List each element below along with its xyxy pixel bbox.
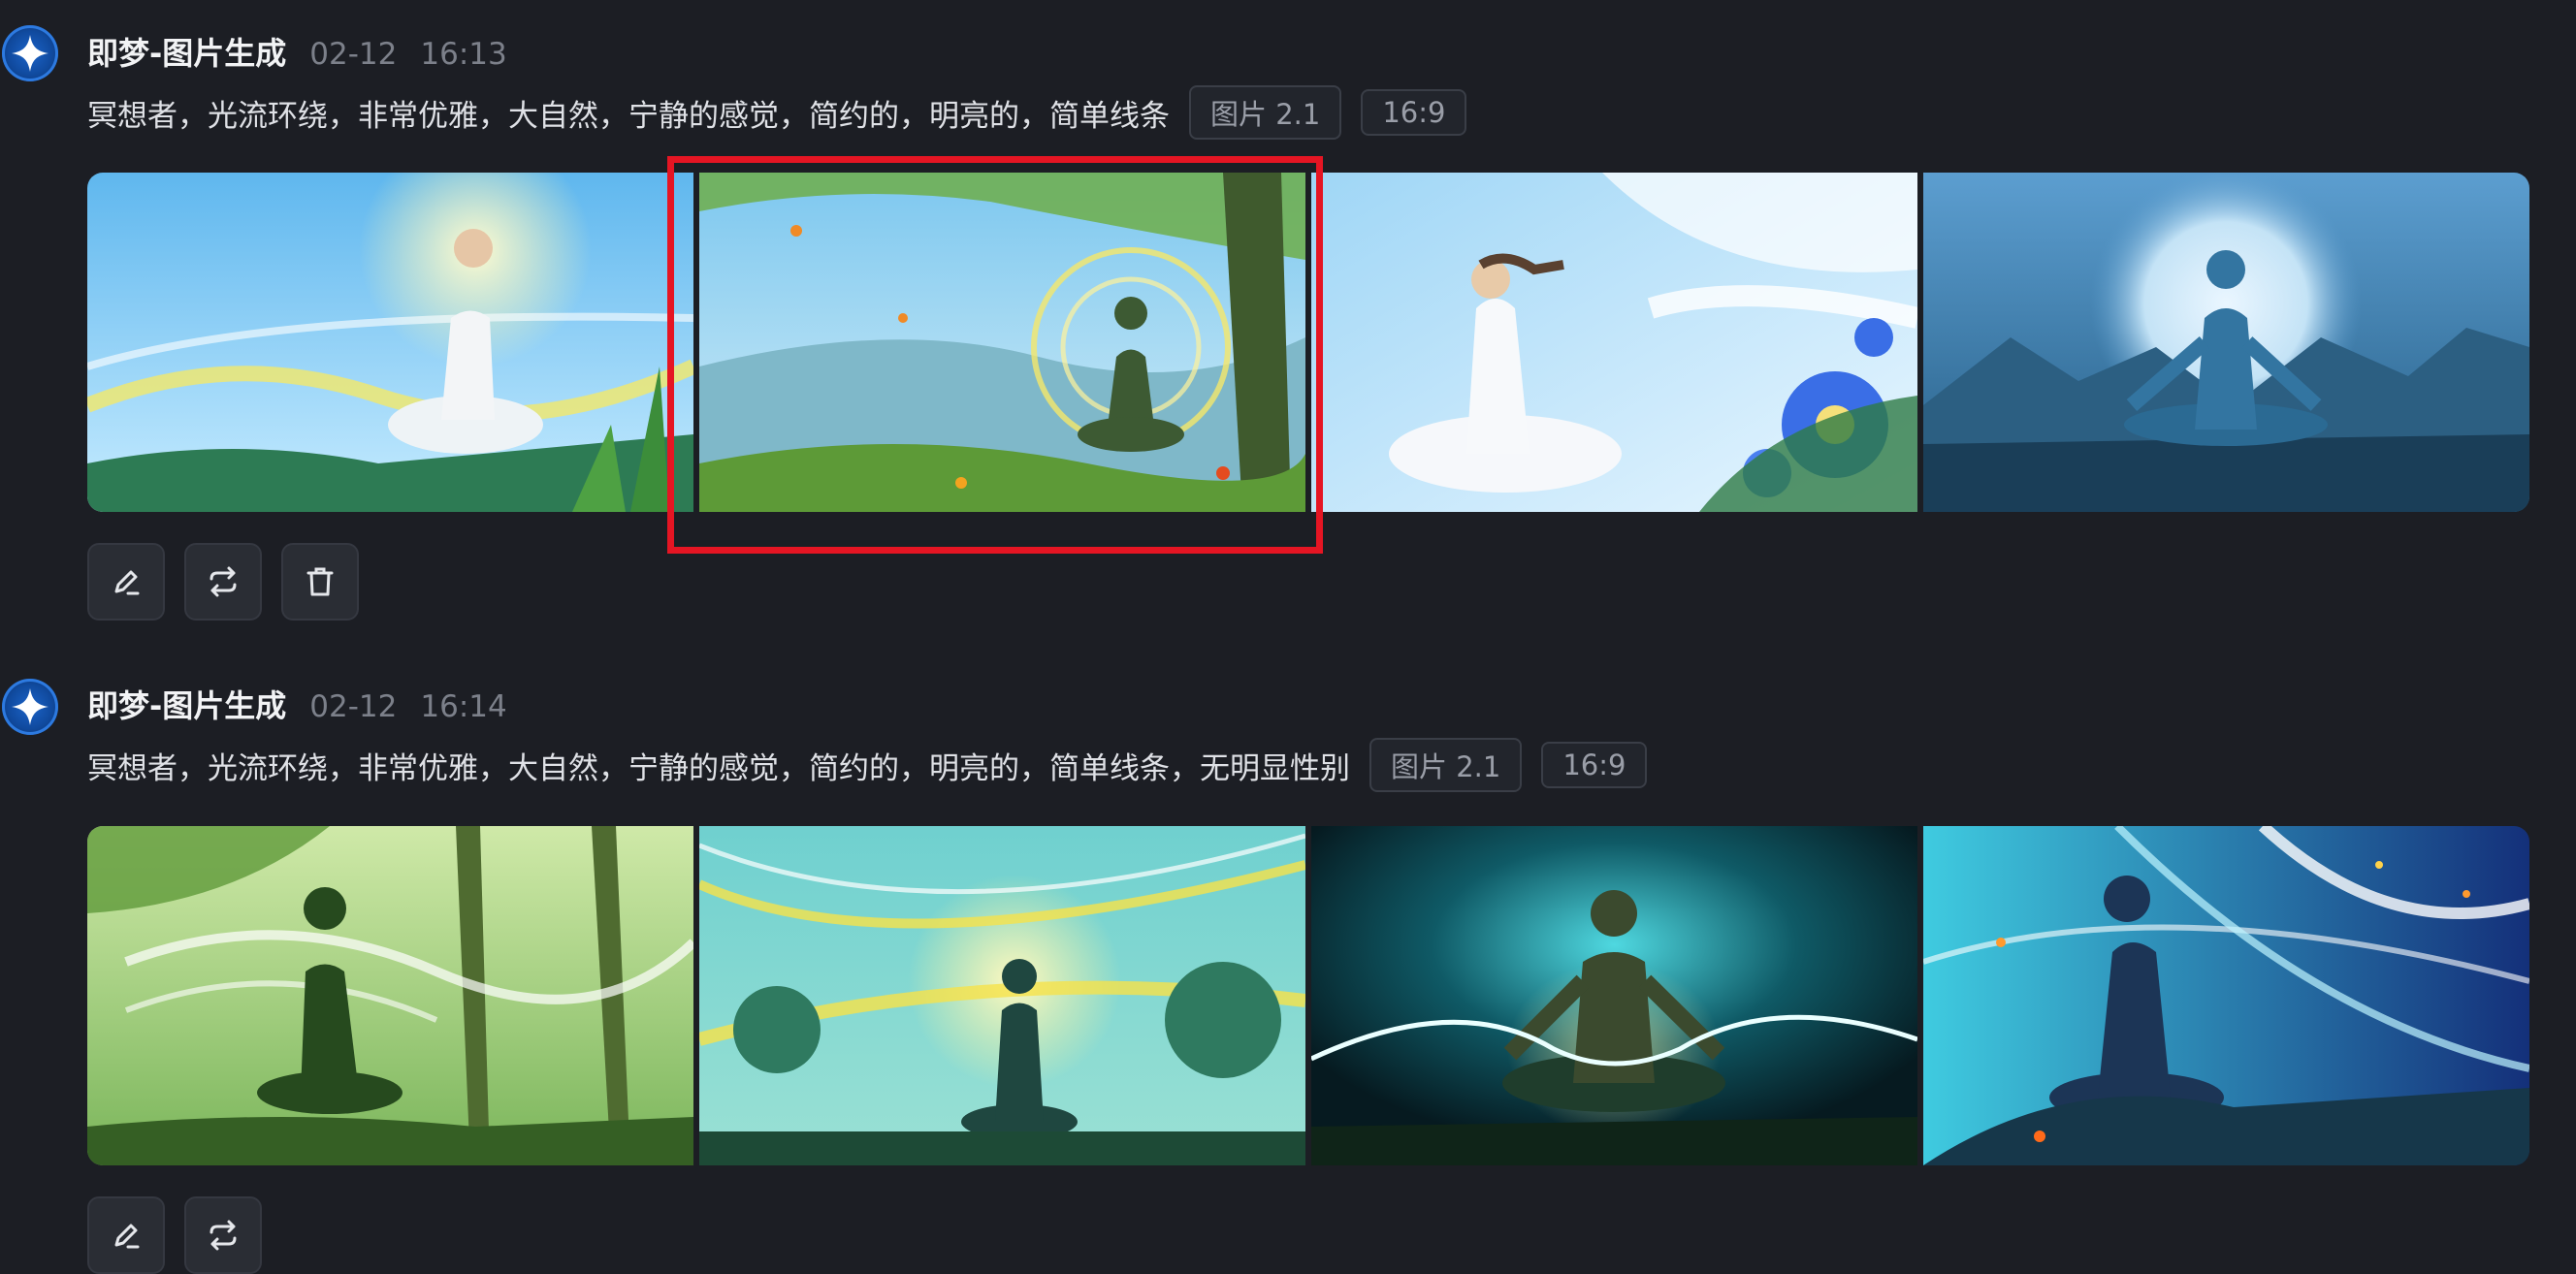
edit-icon xyxy=(114,570,140,595)
app-name: 即梦-图片生成 xyxy=(87,35,287,72)
generated-image-5[interactable] xyxy=(87,826,693,1165)
regenerate-button[interactable] xyxy=(184,1196,262,1274)
ratio-tag: 16:9 xyxy=(1541,742,1648,788)
sparkle-icon xyxy=(12,35,48,72)
model-tag: 图片 2.1 xyxy=(1369,738,1523,792)
avatar[interactable] xyxy=(2,25,58,81)
regenerate-icon xyxy=(209,1220,237,1251)
edit-button[interactable] xyxy=(87,1196,165,1274)
edit-icon xyxy=(114,1224,140,1249)
prompt-text: 冥想者，光流环绕，非常优雅，大自然，宁静的感觉，简约的，明亮的，简单线条 xyxy=(87,98,1170,134)
sparkle-icon xyxy=(12,688,48,725)
message-time: 16:14 xyxy=(420,689,507,724)
prompt-text: 冥想者，光流环绕，非常优雅，大自然，宁静的感觉，简约的，明亮的，简单线条，无明显… xyxy=(87,750,1350,786)
message-date: 02-12 xyxy=(309,689,398,724)
generated-image-1[interactable] xyxy=(87,173,693,512)
generated-image-8[interactable] xyxy=(1923,826,2529,1165)
regenerate-button[interactable] xyxy=(184,543,262,621)
message-time: 16:13 xyxy=(420,37,507,72)
generated-image-6[interactable] xyxy=(699,826,1305,1165)
regenerate-icon xyxy=(209,566,237,597)
generated-image-2[interactable] xyxy=(699,173,1305,512)
generated-image-3[interactable] xyxy=(1311,173,1917,512)
generated-image-4[interactable] xyxy=(1923,173,2529,512)
app-name: 即梦-图片生成 xyxy=(87,687,287,724)
model-tag: 图片 2.1 xyxy=(1189,85,1342,140)
edit-button[interactable] xyxy=(87,543,165,621)
ratio-tag: 16:9 xyxy=(1361,89,1467,136)
generated-image-7[interactable] xyxy=(1311,826,1917,1165)
message-date: 02-12 xyxy=(309,37,398,72)
delete-button[interactable] xyxy=(281,543,359,621)
delete-icon xyxy=(306,567,334,596)
avatar[interactable] xyxy=(2,679,58,735)
